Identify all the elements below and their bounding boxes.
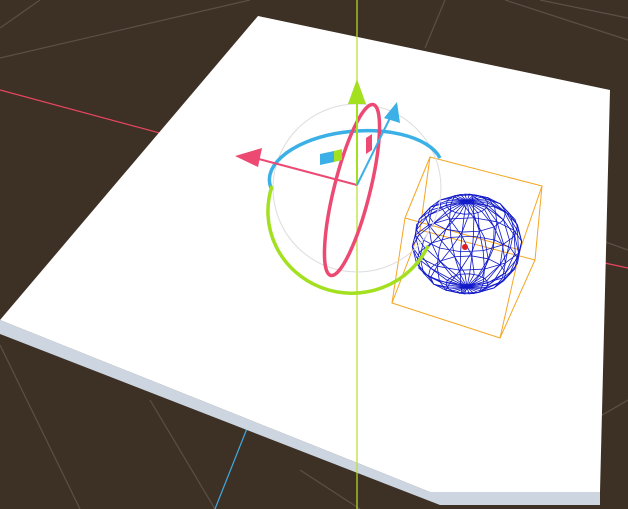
- grid-line: [0, 0, 251, 59]
- grid-line: [299, 469, 361, 509]
- grid-line: [149, 399, 216, 509]
- world-z-axis-line: [214, 425, 249, 509]
- scene-viewport[interactable]: [0, 0, 628, 509]
- grid-line: [424, 0, 446, 49]
- scene-canvas[interactable]: [0, 0, 628, 509]
- plane-handle-xy[interactable]: [334, 149, 342, 162]
- sphere-pivot-dot: [462, 244, 468, 250]
- ground-plane[interactable]: [0, 16, 610, 505]
- grid-line: [0, 0, 41, 29]
- grid-line: [0, 344, 81, 509]
